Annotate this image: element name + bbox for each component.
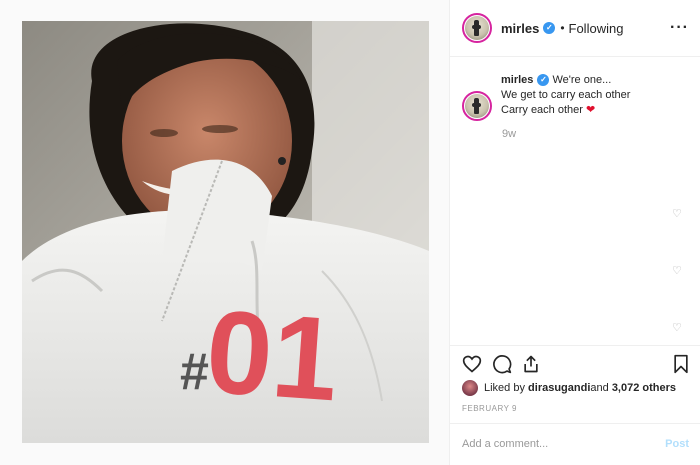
post-comment-button[interactable]: Post bbox=[665, 438, 689, 450]
likes-count-link[interactable]: 3,072 others bbox=[612, 382, 676, 394]
username-link[interactable]: mirles bbox=[501, 21, 539, 36]
caption-avatar[interactable] bbox=[462, 91, 492, 121]
liker-avatar[interactable] bbox=[462, 380, 478, 396]
caption-text: mirles ✓ We're one... We get to carry eac… bbox=[501, 73, 630, 121]
comment-like-heart-icon[interactable]: ♡ bbox=[672, 207, 682, 220]
caption-first-line: mirles ✓ We're one... bbox=[501, 73, 630, 88]
verified-badge-icon: ✓ bbox=[537, 74, 550, 87]
avatar-image bbox=[465, 16, 489, 40]
post-side-panel: mirles ✓ • Following ··· mirles ✓ We're o… bbox=[449, 0, 700, 465]
caption-line-3: Carry each other bbox=[501, 104, 583, 116]
caption-username-link[interactable]: mirles bbox=[501, 74, 533, 86]
post-photo[interactable]: # 01 bbox=[22, 21, 429, 443]
more-options-icon[interactable]: ··· bbox=[670, 19, 689, 37]
comment-input[interactable]: Add a comment... bbox=[462, 438, 548, 450]
liked-by-prefix: Liked by bbox=[484, 382, 525, 394]
avatar[interactable] bbox=[462, 13, 492, 43]
post-header: mirles ✓ • Following ··· bbox=[450, 0, 700, 57]
photo-pane: # 01 bbox=[0, 0, 450, 465]
red-heart-emoji: ❤ bbox=[586, 104, 596, 116]
comment-icon[interactable] bbox=[492, 354, 512, 374]
caption-line-2: We get to carry each other bbox=[501, 89, 631, 101]
comments-area[interactable]: mirles ✓ We're one... We get to carry eac… bbox=[450, 57, 700, 345]
add-comment-bar: Add a comment... Post bbox=[450, 423, 700, 465]
avatar-figure-arms bbox=[472, 25, 481, 29]
avatar-image bbox=[465, 94, 489, 118]
separator-dot: • bbox=[560, 21, 565, 35]
post-view: # 01 mirles ✓ • Following ··· mirles ✓ W… bbox=[0, 0, 700, 465]
comment-like-heart-icon[interactable]: ♡ bbox=[672, 321, 682, 334]
comment-like-heart-icon[interactable]: ♡ bbox=[672, 264, 682, 277]
caption-line-1: We're one... bbox=[552, 74, 612, 86]
verified-badge-icon: ✓ bbox=[543, 22, 556, 34]
avatar-figure-arms bbox=[472, 103, 481, 107]
post-photo-graphic: # 01 bbox=[22, 21, 429, 443]
following-button[interactable]: Following bbox=[569, 21, 624, 36]
liker-username-link[interactable]: dirasugandi bbox=[528, 382, 590, 394]
post-date[interactable]: FEBRUARY 9 bbox=[462, 404, 517, 413]
share-icon[interactable] bbox=[521, 354, 541, 374]
liked-by-row: Liked by dirasugandi and 3,072 others bbox=[462, 380, 676, 396]
jacket-number-text: 01 bbox=[202, 286, 342, 427]
caption-line-3-wrap: Carry each other ❤ bbox=[501, 103, 630, 118]
caption-timestamp[interactable]: 9w bbox=[502, 128, 516, 140]
liked-by-middle: and bbox=[590, 382, 609, 394]
bookmark-icon[interactable] bbox=[671, 354, 691, 374]
caption: mirles ✓ We're one... We get to carry eac… bbox=[462, 73, 630, 121]
action-bar bbox=[450, 345, 700, 381]
heart-icon[interactable] bbox=[462, 354, 482, 374]
